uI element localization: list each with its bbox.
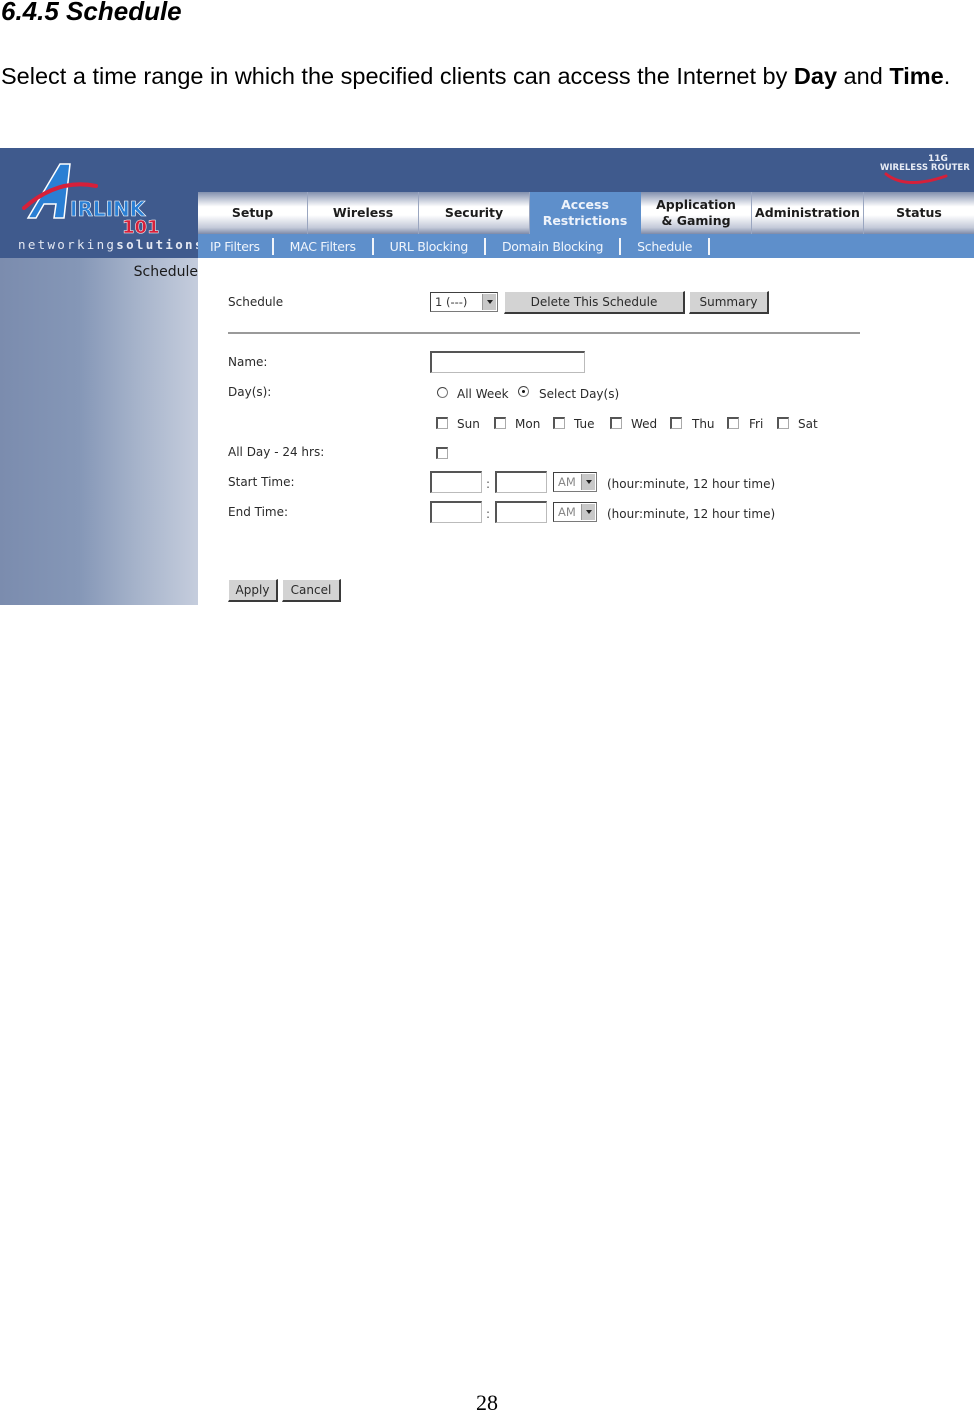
all-week-label: All Week — [457, 387, 509, 401]
logo-101-text: 101 — [122, 217, 160, 238]
sidebar: Schedule — [0, 258, 198, 605]
subnav-ip-filters[interactable]: IP Filters — [198, 239, 272, 254]
cancel-button[interactable]: Cancel — [282, 579, 341, 602]
tab-wireless[interactable]: Wireless — [308, 192, 419, 234]
time-colon: : — [486, 477, 491, 491]
delete-schedule-button[interactable]: Delete This Schedule — [504, 291, 685, 314]
tab-access-restrictions[interactable]: Access Restrictions — [530, 192, 641, 234]
main-nav-tabs: Setup Wireless Security Access Restricti… — [198, 192, 974, 234]
tagline-bold: solutions — [116, 237, 205, 252]
end-time-label: End Time: — [228, 505, 289, 519]
day-label-thu: Thu — [692, 417, 715, 431]
chevron-down-icon — [581, 504, 595, 520]
start-ampm-select[interactable]: AM — [553, 472, 597, 492]
wireless-router-badge: 11G WIRELESS ROUTER — [880, 154, 970, 185]
router-screenshot: IRLINK 101 networkingsolutions 11G WIREL… — [0, 148, 974, 605]
days-label: Day(s): — [228, 385, 272, 399]
subnav-separator — [708, 237, 711, 255]
badge-swoosh — [884, 172, 948, 185]
day-checkbox-wed[interactable] — [610, 417, 622, 429]
logo-tagline: networkingsolutions — [18, 237, 205, 252]
subnav-domain-blocking[interactable]: Domain Blocking — [486, 239, 619, 254]
schedule-label: Schedule — [228, 295, 284, 309]
tab-security[interactable]: Security — [419, 192, 530, 234]
paragraph-bold-time: Time — [889, 63, 944, 89]
day-label-fri: Fri — [749, 417, 764, 431]
start-minute-input[interactable] — [495, 471, 547, 493]
intro-paragraph: Select a time range in which the specifi… — [1, 62, 973, 91]
day-label-sat: Sat — [798, 417, 818, 431]
day-label-wed: Wed — [631, 417, 658, 431]
day-checkbox-sat[interactable] — [777, 417, 789, 429]
day-checkbox-sun[interactable] — [436, 417, 448, 429]
name-label: Name: — [228, 355, 268, 369]
paragraph-bold-day: Day — [793, 63, 838, 89]
end-time-hint: (hour:minute, 12 hour time) — [607, 507, 776, 521]
paragraph-text: Select a time range in which the specifi… — [1, 63, 794, 89]
tab-status[interactable]: Status — [864, 192, 974, 234]
all-day-checkbox[interactable] — [436, 447, 448, 459]
start-time-hint: (hour:minute, 12 hour time) — [607, 477, 776, 491]
tab-application-gaming[interactable]: Application & Gaming — [641, 192, 752, 234]
section-heading: 6.4.5 Schedule — [1, 0, 182, 26]
summary-button[interactable]: Summary — [689, 291, 769, 314]
subnav-schedule[interactable]: Schedule — [621, 239, 708, 254]
paragraph-text: . — [943, 63, 951, 89]
day-label-tue: Tue — [574, 417, 595, 431]
end-minute-input[interactable] — [495, 501, 547, 523]
sidebar-title: Schedule — [133, 264, 198, 280]
start-ampm-value: AM — [558, 475, 576, 489]
divider — [228, 332, 860, 334]
day-checkbox-thu[interactable] — [670, 417, 682, 429]
schedule-form: Schedule 1 (---) Delete This Schedule Su… — [198, 258, 974, 605]
page-number: 28 — [476, 1390, 498, 1415]
tagline-light: networking — [18, 237, 117, 252]
badge-router-text: WIRELESS ROUTER — [880, 163, 970, 173]
start-hour-input[interactable] — [430, 471, 482, 493]
chevron-down-icon — [581, 474, 595, 490]
day-checkbox-fri[interactable] — [727, 417, 739, 429]
time-colon: : — [486, 507, 491, 521]
chevron-down-icon — [482, 294, 496, 310]
start-time-label: Start Time: — [228, 475, 295, 489]
tab-administration[interactable]: Administration — [752, 192, 864, 234]
all-day-label: All Day - 24 hrs: — [228, 445, 325, 459]
name-input[interactable] — [430, 351, 585, 373]
tab-setup[interactable]: Setup — [198, 192, 308, 234]
day-label-sun: Sun — [457, 417, 480, 431]
sub-nav: IP Filters MAC Filters URL Blocking Doma… — [198, 234, 974, 258]
schedule-select[interactable]: 1 (---) — [430, 292, 498, 312]
subnav-url-blocking[interactable]: URL Blocking — [374, 239, 484, 254]
day-checkbox-mon[interactable] — [494, 417, 506, 429]
day-checkbox-tue[interactable] — [553, 417, 565, 429]
end-hour-input[interactable] — [430, 501, 482, 523]
day-label-mon: Mon — [515, 417, 541, 431]
subnav-mac-filters[interactable]: MAC Filters — [274, 239, 372, 254]
apply-button[interactable]: Apply — [228, 579, 278, 602]
select-days-radio[interactable] — [518, 386, 529, 397]
end-ampm-value: AM — [558, 505, 576, 519]
all-week-radio[interactable] — [437, 387, 448, 398]
schedule-select-value: 1 (---) — [435, 295, 468, 309]
end-ampm-select[interactable]: AM — [553, 502, 597, 522]
paragraph-text: and — [837, 63, 890, 89]
select-days-label: Select Day(s) — [539, 387, 620, 401]
